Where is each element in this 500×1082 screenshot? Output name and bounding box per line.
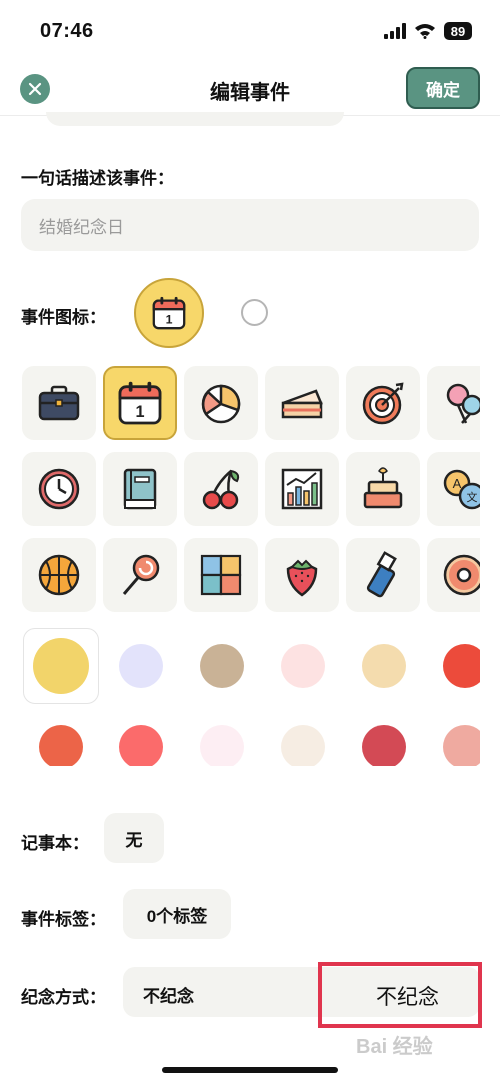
icon-option[interactable]	[22, 538, 96, 612]
notebook-label: 记事本：	[21, 834, 89, 853]
icon-option[interactable]	[346, 538, 420, 612]
color-option[interactable]	[427, 709, 480, 766]
nav-bar: 编辑事件 确定	[0, 62, 500, 116]
home-indicator[interactable]	[162, 1067, 338, 1073]
status-bar: 07:46 89	[0, 0, 500, 62]
strawberry-icon	[286, 559, 318, 597]
pie-chart-icon	[201, 384, 241, 424]
icon-option[interactable]	[346, 366, 420, 440]
tags-select[interactable]: 0个标签	[123, 889, 231, 939]
basketball-icon	[38, 554, 80, 596]
color-option[interactable]	[103, 709, 179, 766]
event-icon-label: 事件图标：	[21, 308, 106, 327]
tags-label: 事件标签：	[21, 910, 106, 929]
color-option[interactable]	[184, 628, 260, 704]
color-swatch	[200, 644, 244, 688]
color-swatch	[200, 725, 244, 766]
color-swatch	[443, 725, 480, 766]
color-option[interactable]	[23, 709, 99, 766]
icon-option[interactable]	[265, 366, 339, 440]
cake-slice-icon	[281, 389, 323, 419]
icon-option[interactable]	[103, 452, 177, 526]
color-swatch	[39, 725, 83, 766]
watermark: Bai 经验	[356, 1036, 433, 1058]
lollipop-icon	[122, 554, 160, 595]
icon-option[interactable]	[22, 366, 96, 440]
icon-option[interactable]	[427, 366, 480, 440]
color-swatch	[33, 638, 89, 694]
color-option[interactable]	[265, 709, 341, 766]
color-option[interactable]	[427, 628, 480, 704]
tags-value: 0个标签	[146, 906, 208, 926]
briefcase-icon	[38, 385, 80, 421]
icon-option[interactable]	[184, 538, 258, 612]
color-swatch	[281, 644, 325, 688]
calendar-icon: 1	[152, 296, 186, 330]
clock-icon	[38, 468, 80, 510]
icon-option[interactable]	[346, 452, 420, 526]
status-time: 07:46	[40, 20, 94, 42]
custom-icon-radio[interactable]	[241, 299, 268, 326]
icon-option[interactable]	[22, 452, 96, 526]
donut-icon	[443, 554, 480, 596]
color-option[interactable]	[184, 709, 260, 766]
color-swatch	[443, 644, 480, 688]
icon-option[interactable]	[103, 538, 177, 612]
description-input-value: 结婚纪念日	[39, 217, 124, 237]
color-swatch	[281, 725, 325, 766]
calendar-icon: 1	[118, 381, 162, 425]
color-option[interactable]	[103, 628, 179, 704]
translate-icon: A 文	[443, 469, 480, 510]
svg-text:文: 文	[467, 490, 478, 504]
color-option[interactable]	[346, 628, 422, 704]
selected-event-icon[interactable]: 1	[134, 278, 204, 348]
color-option-selected[interactable]	[23, 628, 99, 704]
icon-option[interactable]	[427, 538, 480, 612]
status-icons: 89	[384, 22, 472, 40]
cherries-icon	[202, 469, 240, 510]
bar-chart-icon	[281, 468, 323, 510]
battery-indicator: 89	[444, 22, 472, 40]
icon-option[interactable]	[265, 538, 339, 612]
description-label: 一句话描述该事件：	[21, 169, 174, 188]
notebook-select[interactable]: 无	[104, 813, 164, 863]
icon-option[interactable]: A 文	[427, 452, 480, 526]
icon-option[interactable]	[184, 366, 258, 440]
color-swatch	[362, 725, 406, 766]
color-option[interactable]	[346, 709, 422, 766]
svg-text:A: A	[453, 476, 462, 491]
remember-label: 纪念方式：	[21, 988, 106, 1007]
color-swatch	[362, 644, 406, 688]
icon-option-selected[interactable]: 1	[103, 366, 177, 440]
color-swatch	[119, 644, 163, 688]
usb-drive-icon	[366, 551, 397, 598]
remember-value: 不纪念	[143, 987, 194, 1006]
previous-field-edge	[46, 112, 344, 126]
cotton-candy-icon	[446, 383, 480, 424]
calendar-day: 1	[135, 403, 144, 421]
signal-icon	[384, 23, 406, 39]
puzzle-icon	[200, 554, 242, 596]
confirm-button[interactable]: 确定	[406, 67, 480, 109]
remember-option[interactable]: 不纪念	[376, 981, 439, 1011]
icon-option[interactable]	[184, 452, 258, 526]
color-swatch	[119, 725, 163, 766]
icon-option[interactable]	[265, 452, 339, 526]
notebook-value: 无	[125, 830, 143, 850]
wifi-icon	[415, 24, 435, 39]
color-option[interactable]	[265, 628, 341, 704]
calendar-day: 1	[166, 312, 173, 326]
target-icon	[362, 382, 404, 425]
book-icon	[123, 468, 157, 510]
birthday-cake-icon	[363, 467, 403, 509]
description-input[interactable]: 结婚纪念日	[21, 199, 479, 251]
icon-color-picker: 1 A 文	[22, 366, 480, 766]
